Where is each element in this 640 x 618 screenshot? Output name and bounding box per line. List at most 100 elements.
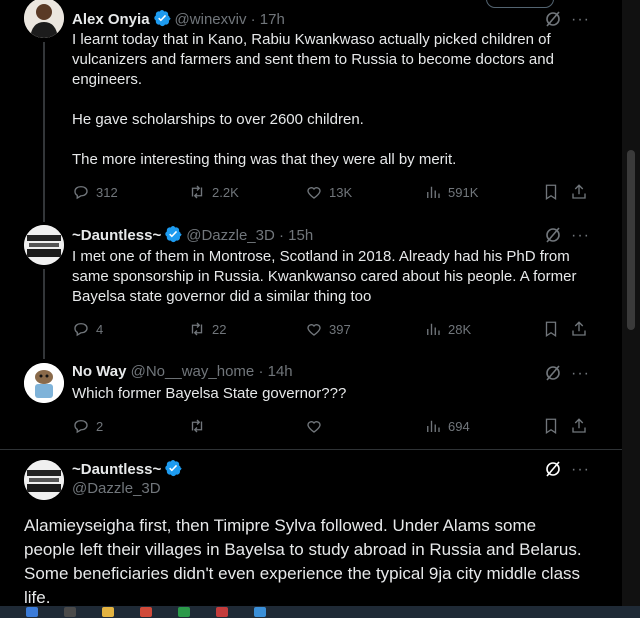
grok-icon[interactable]: [544, 10, 562, 28]
avatar[interactable]: [24, 0, 64, 38]
tweet-focused[interactable]: ~Dauntless~ @Dazzle_3D ··· Alamieyseigha…: [0, 450, 622, 606]
taskbar-icon[interactable]: [102, 607, 114, 617]
views-icon: [427, 420, 440, 432]
author-handle[interactable]: @Dazzle_3D: [72, 480, 161, 497]
repost-icon: [191, 322, 203, 336]
avatar[interactable]: [24, 460, 64, 500]
repost-count: 22: [212, 321, 227, 337]
thread-line: [43, 42, 45, 222]
grok-icon[interactable]: [544, 226, 562, 244]
reply-count: 4: [96, 321, 104, 337]
author-handle[interactable]: @Dazzle_3D: [186, 227, 275, 244]
author-name[interactable]: No Way: [72, 363, 126, 380]
reply-count: 2: [96, 418, 104, 434]
os-taskbar: [0, 606, 640, 618]
view-count: 591K: [448, 184, 479, 200]
grok-icon[interactable]: [544, 364, 562, 382]
views-icon: [427, 323, 440, 335]
repost-icon: [191, 185, 203, 199]
taskbar-icon[interactable]: [140, 607, 152, 617]
tweet-header: ~Dauntless~: [72, 459, 592, 479]
like-icon: [307, 187, 321, 199]
more-icon[interactable]: ···: [571, 462, 590, 478]
scrollbar-thumb[interactable]: [627, 150, 635, 330]
taskbar-icon[interactable]: [254, 607, 266, 617]
bookmark-button[interactable]: [542, 416, 566, 436]
author-handle[interactable]: @winexviv: [175, 11, 247, 28]
bookmark-button[interactable]: [542, 182, 566, 202]
tweet-alex-onyia[interactable]: Alex Onyia @winexviv · 17h ··· I learnt t…: [0, 0, 622, 222]
tweet-header: No Way @No__way_home · 14h: [72, 362, 592, 382]
tweet-actions: 4 22 397 28K: [72, 319, 592, 339]
tweet-header: Alex Onyia @winexviv · 17h: [72, 9, 592, 29]
like-icon: [307, 324, 321, 336]
reply-icon: [74, 323, 88, 337]
timestamp[interactable]: · 15h: [279, 227, 313, 244]
repost-button[interactable]: [188, 416, 212, 436]
reply-button[interactable]: 2: [72, 416, 103, 436]
more-icon[interactable]: ···: [571, 12, 590, 28]
tweet-text: Which former Bayelsa State governor???: [72, 385, 347, 402]
tweet-header: ~Dauntless~ @Dazzle_3D · 15h: [72, 225, 592, 245]
reply-icon: [74, 420, 88, 434]
more-icon[interactable]: ···: [571, 228, 590, 244]
timestamp[interactable]: · 17h: [251, 11, 285, 28]
repost-icon: [191, 419, 203, 433]
avatar[interactable]: [24, 225, 64, 265]
tweet-text: I learnt today that in Kano, Rabiu Kwank…: [72, 30, 592, 170]
avatar[interactable]: [24, 363, 64, 403]
grok-icon[interactable]: [544, 460, 562, 478]
like-icon: [307, 421, 321, 433]
share-button[interactable]: [570, 182, 594, 202]
author-name[interactable]: Alex Onyia: [72, 11, 150, 28]
views-button[interactable]: 591K: [424, 182, 478, 202]
repost-count: 2.2K: [212, 184, 239, 200]
verified-icon: [164, 225, 182, 249]
reply-count: 312: [96, 184, 118, 200]
timestamp[interactable]: · 14h: [258, 363, 292, 380]
like-button[interactable]: 13K: [305, 182, 352, 202]
taskbar-icon[interactable]: [64, 607, 76, 617]
taskbar-icon[interactable]: [216, 607, 228, 617]
like-count: 13K: [329, 184, 353, 200]
repost-button[interactable]: 2.2K: [188, 182, 239, 202]
view-count: 694: [448, 418, 470, 434]
like-button[interactable]: [305, 416, 329, 436]
author-name[interactable]: ~Dauntless~: [72, 227, 161, 244]
views-button[interactable]: 28K: [424, 319, 471, 339]
timeline: Alex Onyia @winexviv · 17h ··· I learnt t…: [0, 0, 622, 606]
share-icon: [572, 184, 586, 199]
share-button[interactable]: [570, 319, 594, 339]
bookmark-icon: [545, 321, 557, 338]
share-icon: [572, 321, 586, 336]
focused-tweet-text: Alamieyseigha first, then Timipre Sylva …: [24, 516, 582, 606]
view-count: 28K: [448, 321, 472, 337]
author-name[interactable]: ~Dauntless~: [72, 461, 161, 478]
tweet-text: I met one of them in Montrose, Scotland …: [72, 248, 577, 305]
reply-button[interactable]: 312: [72, 182, 118, 202]
tweet-no-way-reply[interactable]: No Way @No__way_home · 14h ··· Which for…: [0, 358, 622, 450]
taskbar-icon[interactable]: [26, 607, 38, 617]
views-button[interactable]: 694: [424, 416, 470, 436]
tweet-actions: 312 2.2K 13K 591K: [72, 182, 592, 202]
share-button[interactable]: [570, 416, 594, 436]
like-button[interactable]: 397: [305, 319, 351, 339]
tweet-paragraph: The more interesting thing was that they…: [72, 151, 457, 168]
bookmark-icon: [545, 184, 557, 201]
bookmark-button[interactable]: [542, 319, 566, 339]
scrollbar[interactable]: [622, 0, 640, 606]
tweet-actions: 2 694: [72, 416, 592, 436]
reply-button[interactable]: 4: [72, 319, 103, 339]
tweet-dauntless-reply[interactable]: ~Dauntless~ @Dazzle_3D · 15h ··· I met on…: [0, 220, 622, 359]
more-icon[interactable]: ···: [571, 366, 590, 382]
views-icon: [427, 186, 440, 198]
follow-button-partial[interactable]: [486, 0, 554, 8]
repost-button[interactable]: 22: [188, 319, 226, 339]
taskbar-icon[interactable]: [178, 607, 190, 617]
tweet-paragraph: I learnt today that in Kano, Rabiu Kwank…: [72, 31, 554, 88]
reply-icon: [74, 186, 88, 200]
tweet-subheader: @Dazzle_3D: [72, 479, 592, 499]
author-handle[interactable]: @No__way_home: [131, 363, 255, 380]
tweet-paragraph: He gave scholarships to over 2600 childr…: [72, 111, 364, 128]
bookmark-icon: [545, 418, 557, 435]
